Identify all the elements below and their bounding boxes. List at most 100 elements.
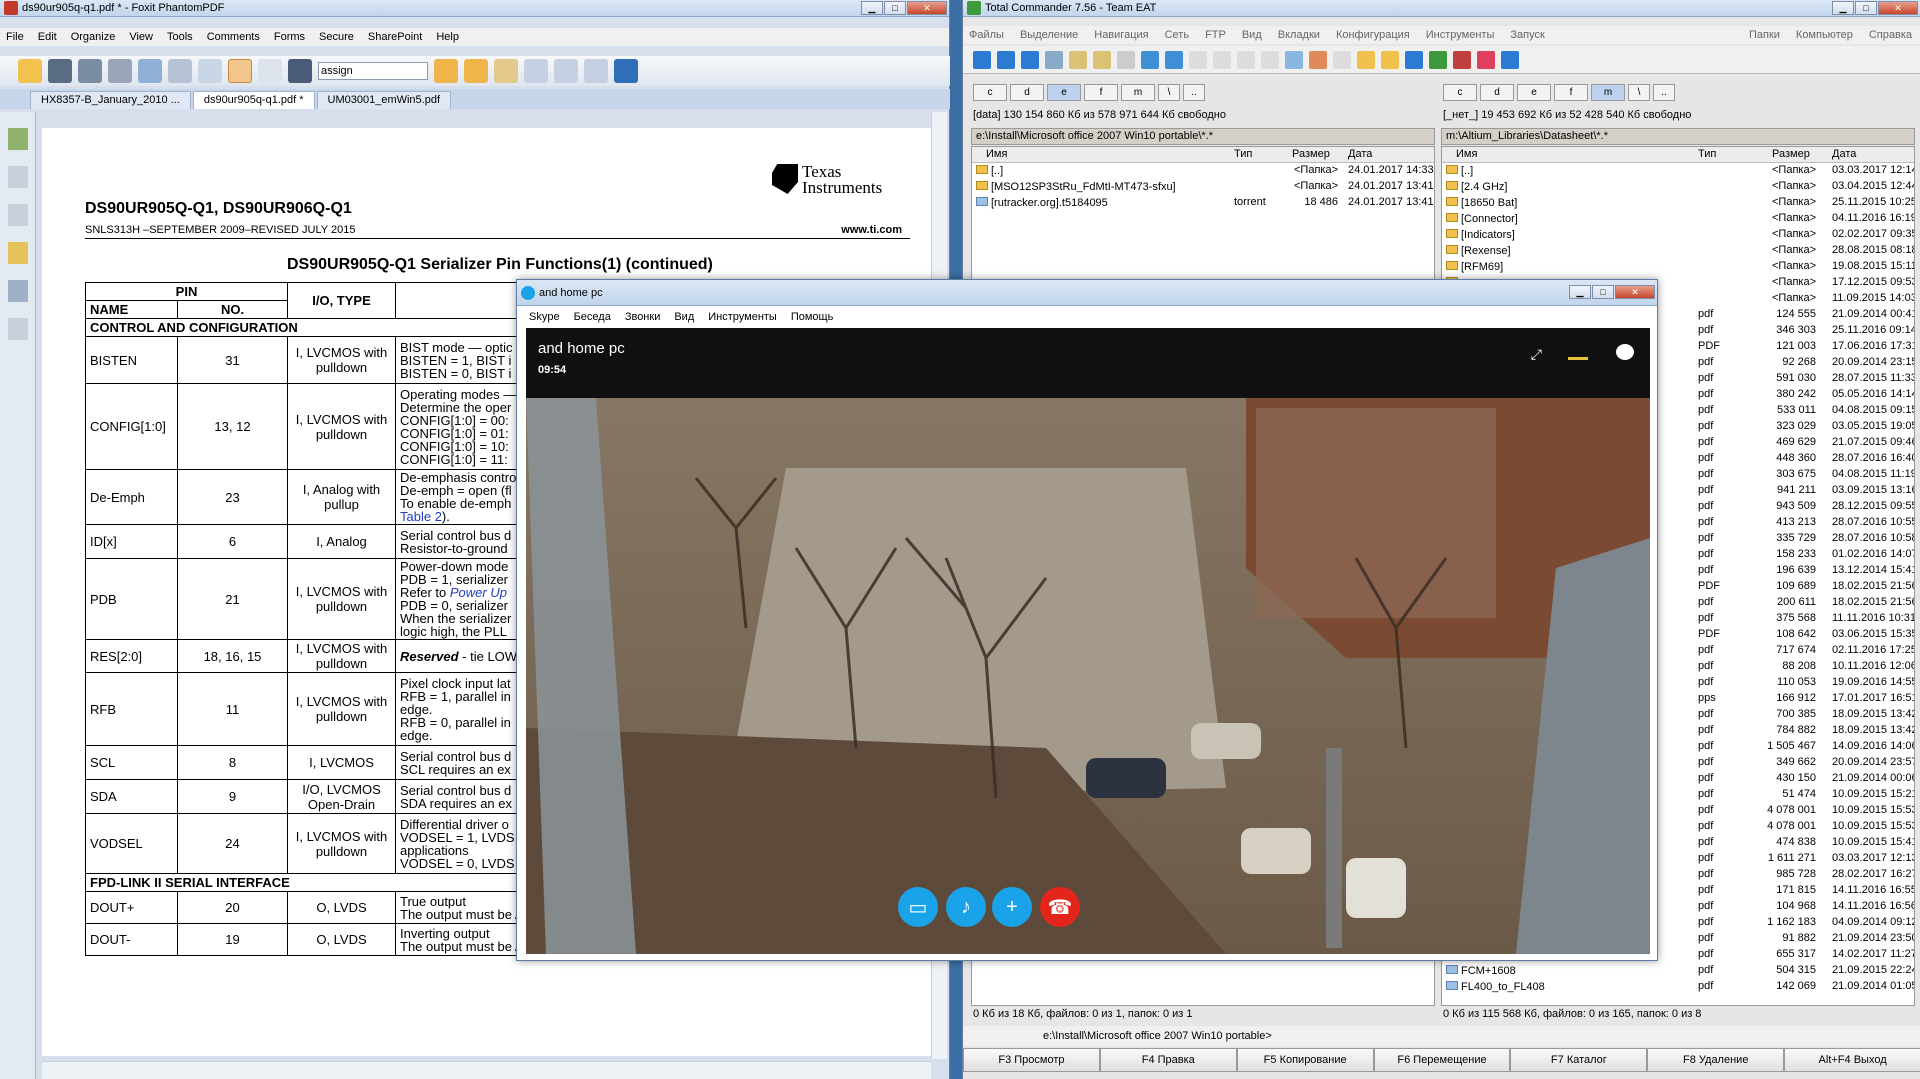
menu-config[interactable]: Конфигурация bbox=[1336, 29, 1410, 41]
prev-result-icon[interactable] bbox=[434, 59, 458, 83]
close-button[interactable]: ✕ bbox=[907, 1, 947, 15]
notes2-icon[interactable] bbox=[1381, 50, 1399, 69]
attachments-icon[interactable] bbox=[8, 280, 28, 302]
menu-help[interactable]: Помощь bbox=[791, 311, 834, 323]
col-size[interactable]: Размер bbox=[1292, 148, 1330, 160]
command-line[interactable]: e:\Install\Microsoft office 2007 Win10 p… bbox=[963, 1026, 1920, 1046]
minimize-button[interactable]: ▁ bbox=[1569, 285, 1591, 299]
menu-tools[interactable]: Tools bbox=[167, 31, 193, 43]
menu-help[interactable]: Справка bbox=[1869, 29, 1912, 41]
file-row[interactable]: [RFM69] <Папка> 19.08.2015 15:11 bbox=[1442, 259, 1914, 275]
globe-icon[interactable] bbox=[1501, 50, 1519, 69]
left-path[interactable]: e:\Install\Microsoft office 2007 Win10 p… bbox=[971, 128, 1435, 145]
menu-ftp[interactable]: FTP bbox=[1205, 29, 1226, 41]
signal-strength-icon[interactable] bbox=[1568, 346, 1588, 360]
tab-um03001[interactable]: UM03001_emWin5.pdf bbox=[316, 91, 452, 109]
menu-secure[interactable]: Secure bbox=[319, 31, 354, 43]
menu-calls[interactable]: Звонки bbox=[625, 311, 661, 323]
drive-m[interactable]: m bbox=[1121, 84, 1155, 101]
binoculars-icon[interactable] bbox=[288, 59, 312, 83]
col-type[interactable]: Тип bbox=[1234, 148, 1252, 160]
drive-up[interactable]: .. bbox=[1183, 84, 1205, 101]
menu-comments[interactable]: Comments bbox=[207, 31, 260, 43]
drive-f[interactable]: f bbox=[1554, 84, 1588, 101]
back-icon[interactable] bbox=[997, 50, 1015, 69]
file-row[interactable]: [Rexense] <Папка> 28.08.2015 08:18 bbox=[1442, 243, 1914, 259]
minimize-button[interactable]: ▁ bbox=[861, 1, 883, 15]
fullscreen-icon[interactable]: ⤢ bbox=[1531, 346, 1542, 363]
bookmarks-icon[interactable] bbox=[8, 166, 28, 188]
menu-file[interactable]: File bbox=[6, 31, 24, 43]
signature-icon[interactable] bbox=[8, 318, 28, 340]
menu-conversation[interactable]: Беседа bbox=[574, 311, 611, 323]
scan-icon[interactable] bbox=[168, 59, 192, 83]
drive-c[interactable]: c bbox=[973, 84, 1007, 101]
menu-navigation[interactable]: Навигация bbox=[1094, 29, 1148, 41]
f7-mkdir-button[interactable]: F7 Каталог bbox=[1510, 1048, 1648, 1072]
file-row[interactable]: [..] <Папка> 24.01.2017 14:33 bbox=[972, 163, 1434, 179]
chat-icon[interactable] bbox=[1616, 344, 1634, 360]
file-row[interactable]: FCM+1608 pdf 504 315 21.09.2015 22:24 bbox=[1442, 963, 1914, 979]
rotate-icon[interactable] bbox=[554, 59, 578, 83]
layers-icon[interactable] bbox=[8, 204, 28, 226]
col-name[interactable]: Имя bbox=[1456, 148, 1477, 160]
menu-forms[interactable]: Forms bbox=[274, 31, 305, 43]
tab-hx8357[interactable]: HX8357-B_January_2010 ... bbox=[30, 91, 191, 109]
col-size[interactable]: Размер bbox=[1772, 148, 1810, 160]
maximize-button[interactable]: □ bbox=[1855, 1, 1877, 15]
menu-organize[interactable]: Organize bbox=[71, 31, 116, 43]
file-row[interactable]: [..] <Папка> 03.03.2017 12:14 bbox=[1442, 163, 1914, 179]
view-icon[interactable] bbox=[1189, 50, 1207, 69]
minimize-button[interactable]: ▁ bbox=[1832, 1, 1854, 15]
sharepoint-icon[interactable] bbox=[614, 59, 638, 83]
file-row[interactable]: [18650 Bat] <Папка> 25.11.2015 10:25 bbox=[1442, 195, 1914, 211]
file-row[interactable]: FL400_to_FL408 pdf 142 069 21.09.2014 01:05 bbox=[1442, 979, 1914, 995]
drive-e[interactable]: e bbox=[1517, 84, 1551, 101]
menu-folders[interactable]: Папки bbox=[1749, 29, 1780, 41]
notes-icon[interactable] bbox=[1117, 50, 1135, 69]
drive-m[interactable]: m bbox=[1591, 84, 1625, 101]
pack-icon[interactable] bbox=[1069, 50, 1087, 69]
drive-c[interactable]: c bbox=[1443, 84, 1477, 101]
f5-copy-button[interactable]: F5 Копирование bbox=[1236, 1048, 1374, 1072]
menu-start[interactable]: Запуск bbox=[1510, 29, 1544, 41]
table-2-link[interactable]: Table 2 bbox=[400, 509, 442, 524]
highlight-icon[interactable] bbox=[494, 59, 518, 83]
right-path[interactable]: m:\Altium_Libraries\Datasheet\*.* bbox=[1441, 128, 1915, 145]
menu-help[interactable]: Help bbox=[436, 31, 459, 43]
menu-sharepoint[interactable]: SharePoint bbox=[368, 31, 422, 43]
app-icon[interactable] bbox=[1453, 50, 1471, 69]
drive-d[interactable]: d bbox=[1480, 84, 1514, 101]
mic-button[interactable]: ♪ bbox=[946, 887, 986, 927]
search-icon[interactable] bbox=[1213, 50, 1231, 69]
add-participant-button[interactable]: + bbox=[992, 887, 1032, 927]
close-button[interactable]: ✕ bbox=[1878, 1, 1918, 15]
next-result-icon[interactable] bbox=[464, 59, 488, 83]
f3-view-button[interactable]: F3 Просмотр bbox=[963, 1048, 1100, 1072]
f6-move-button[interactable]: F6 Перемещение bbox=[1373, 1048, 1511, 1072]
plus-icon[interactable] bbox=[1477, 50, 1495, 69]
unpack-icon[interactable] bbox=[1093, 50, 1111, 69]
menu-skype[interactable]: Skype bbox=[529, 311, 560, 323]
drive-root[interactable]: \ bbox=[1158, 84, 1180, 101]
fit-width-icon[interactable] bbox=[584, 59, 608, 83]
calc-icon[interactable] bbox=[1333, 50, 1351, 69]
page-icon[interactable] bbox=[198, 59, 222, 83]
menu-files[interactable]: Файлы bbox=[969, 29, 1004, 41]
col-name[interactable]: Имя bbox=[986, 148, 1007, 160]
select-text-icon[interactable] bbox=[258, 59, 282, 83]
refresh-icon[interactable] bbox=[973, 50, 991, 69]
exit-button[interactable]: Alt+F4 Выход bbox=[1784, 1048, 1920, 1072]
close-button[interactable]: ✕ bbox=[1615, 285, 1655, 299]
f4-edit-button[interactable]: F4 Правка bbox=[1099, 1048, 1237, 1072]
file-row[interactable]: [Indicators] <Папка> 02.02.2017 09:35 bbox=[1442, 227, 1914, 243]
drive-icon[interactable] bbox=[1285, 50, 1303, 69]
menu-view[interactable]: View bbox=[129, 31, 153, 43]
file-row[interactable]: [Connector] <Папка> 04.11.2016 16:19 bbox=[1442, 211, 1914, 227]
menu-select[interactable]: Выделение bbox=[1020, 29, 1078, 41]
open-icon[interactable] bbox=[18, 59, 42, 83]
file-row[interactable]: [MSO12SP3StRu_FdMtI-MT473-sfxu] <Папка> 24… bbox=[972, 179, 1434, 195]
menu-computer[interactable]: Компьютер bbox=[1796, 29, 1853, 41]
col-type[interactable]: Тип bbox=[1698, 148, 1716, 160]
menu-tools[interactable]: Инструменты bbox=[708, 311, 777, 323]
